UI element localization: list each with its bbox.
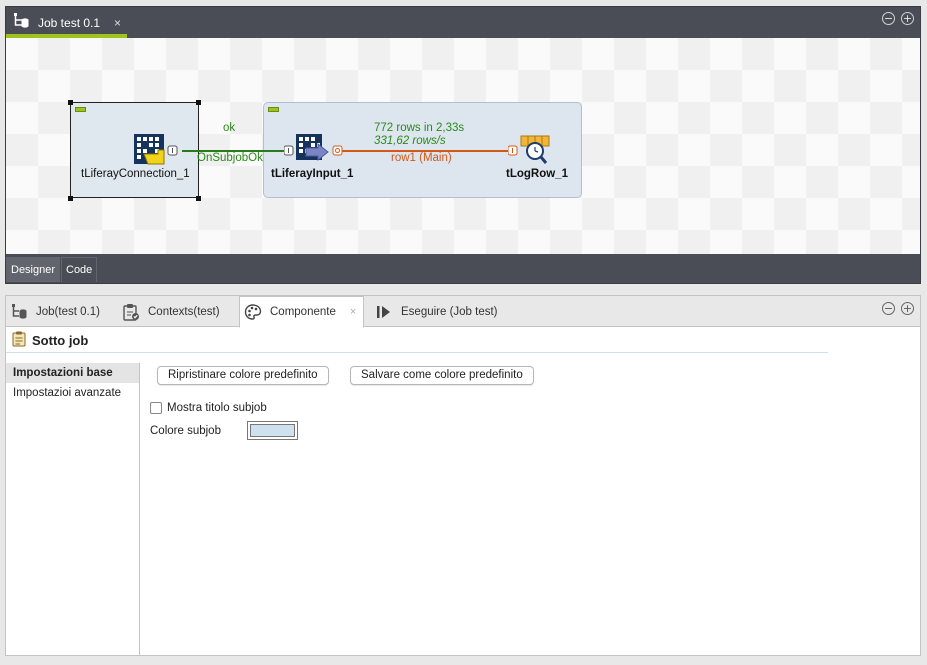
tab-designer[interactable]: Designer [6,257,61,282]
subjob-color-label: Colore subjob [150,425,221,437]
editor-tabbar: Job test 0.1 × − + [6,7,920,38]
job-icon [10,303,28,321]
link-label-row-main: row1 (Main) [391,152,452,164]
properties-panel: Job(test 0.1) Contexts(test) Componente … [5,295,921,656]
maximize-icon[interactable]: + [901,12,914,25]
link-label-ok: ok [223,122,236,134]
component-label: tLogRow_1 [506,168,568,180]
job-icon [12,12,30,33]
show-subjob-title-checkbox[interactable] [150,402,162,414]
tab-label: Componente [270,306,336,318]
minimize-icon[interactable]: − [882,12,895,25]
save-default-color-button[interactable]: Salvare come colore predefinito [350,366,534,385]
nav-item-basic-settings[interactable]: Impostazioni base [6,363,139,383]
clipboard-icon [12,331,26,350]
rows-count-label: 772 rows in 2,33s [374,122,465,134]
maximize-icon[interactable]: + [901,302,914,315]
log-row-icon [507,135,550,164]
designer-canvas[interactable]: tLiferayConnection_1 tLiferayInput_1 tLo… [6,38,920,254]
section-header: Sotto job [6,329,828,353]
editor-mode-bar: Designer Code [6,254,920,283]
job-tab[interactable]: Job test 0.1 × [6,7,127,38]
component-label: tLiferayInput_1 [271,168,354,180]
minimize-icon[interactable]: − [882,302,895,315]
close-icon[interactable]: × [350,306,356,318]
panel-tabbar: Job(test 0.1) Contexts(test) Componente … [6,296,920,328]
color-swatch [250,424,295,437]
section-title: Sotto job [32,333,89,348]
link-label-onsubjobok: OnSubjobOk [197,152,263,164]
liferay-input-icon [283,134,343,162]
job-editor: Job test 0.1 × − + tLiferayConnection_1 … [5,6,921,284]
component-label: tLiferayConnection_1 [81,168,190,180]
job-tab-title: Job test 0.1 [38,15,101,30]
tab-label: Eseguire (Job test) [401,305,498,318]
restore-default-color-button[interactable]: Ripristinare colore predefinito [157,366,329,385]
subjob-color-picker[interactable] [247,421,298,440]
clipboard-check-icon [122,303,140,321]
palette-icon [244,303,262,321]
liferay-connection-icon [134,134,178,165]
tab-contexts[interactable]: Contexts(test) [118,296,238,327]
show-subjob-title-label: Mostra titolo subjob [167,402,267,414]
rows-rate-label: 331,62 rows/s [374,135,446,147]
nav-item-advanced-settings[interactable]: Impostazioi avanzate [6,383,139,403]
tab-componente[interactable]: Componente × [239,296,364,328]
settings-nav: Impostazioni base Impostazioi avanzate [6,363,140,656]
tab-job[interactable]: Job(test 0.1) [6,296,116,327]
tab-label: Job(test 0.1) [36,305,100,318]
close-icon[interactable]: × [114,16,121,30]
run-icon [375,303,393,321]
tab-label: Contexts(test) [148,305,220,318]
tab-code[interactable]: Code [61,257,98,282]
tab-eseguire[interactable]: Eseguire (Job test) [371,296,511,327]
